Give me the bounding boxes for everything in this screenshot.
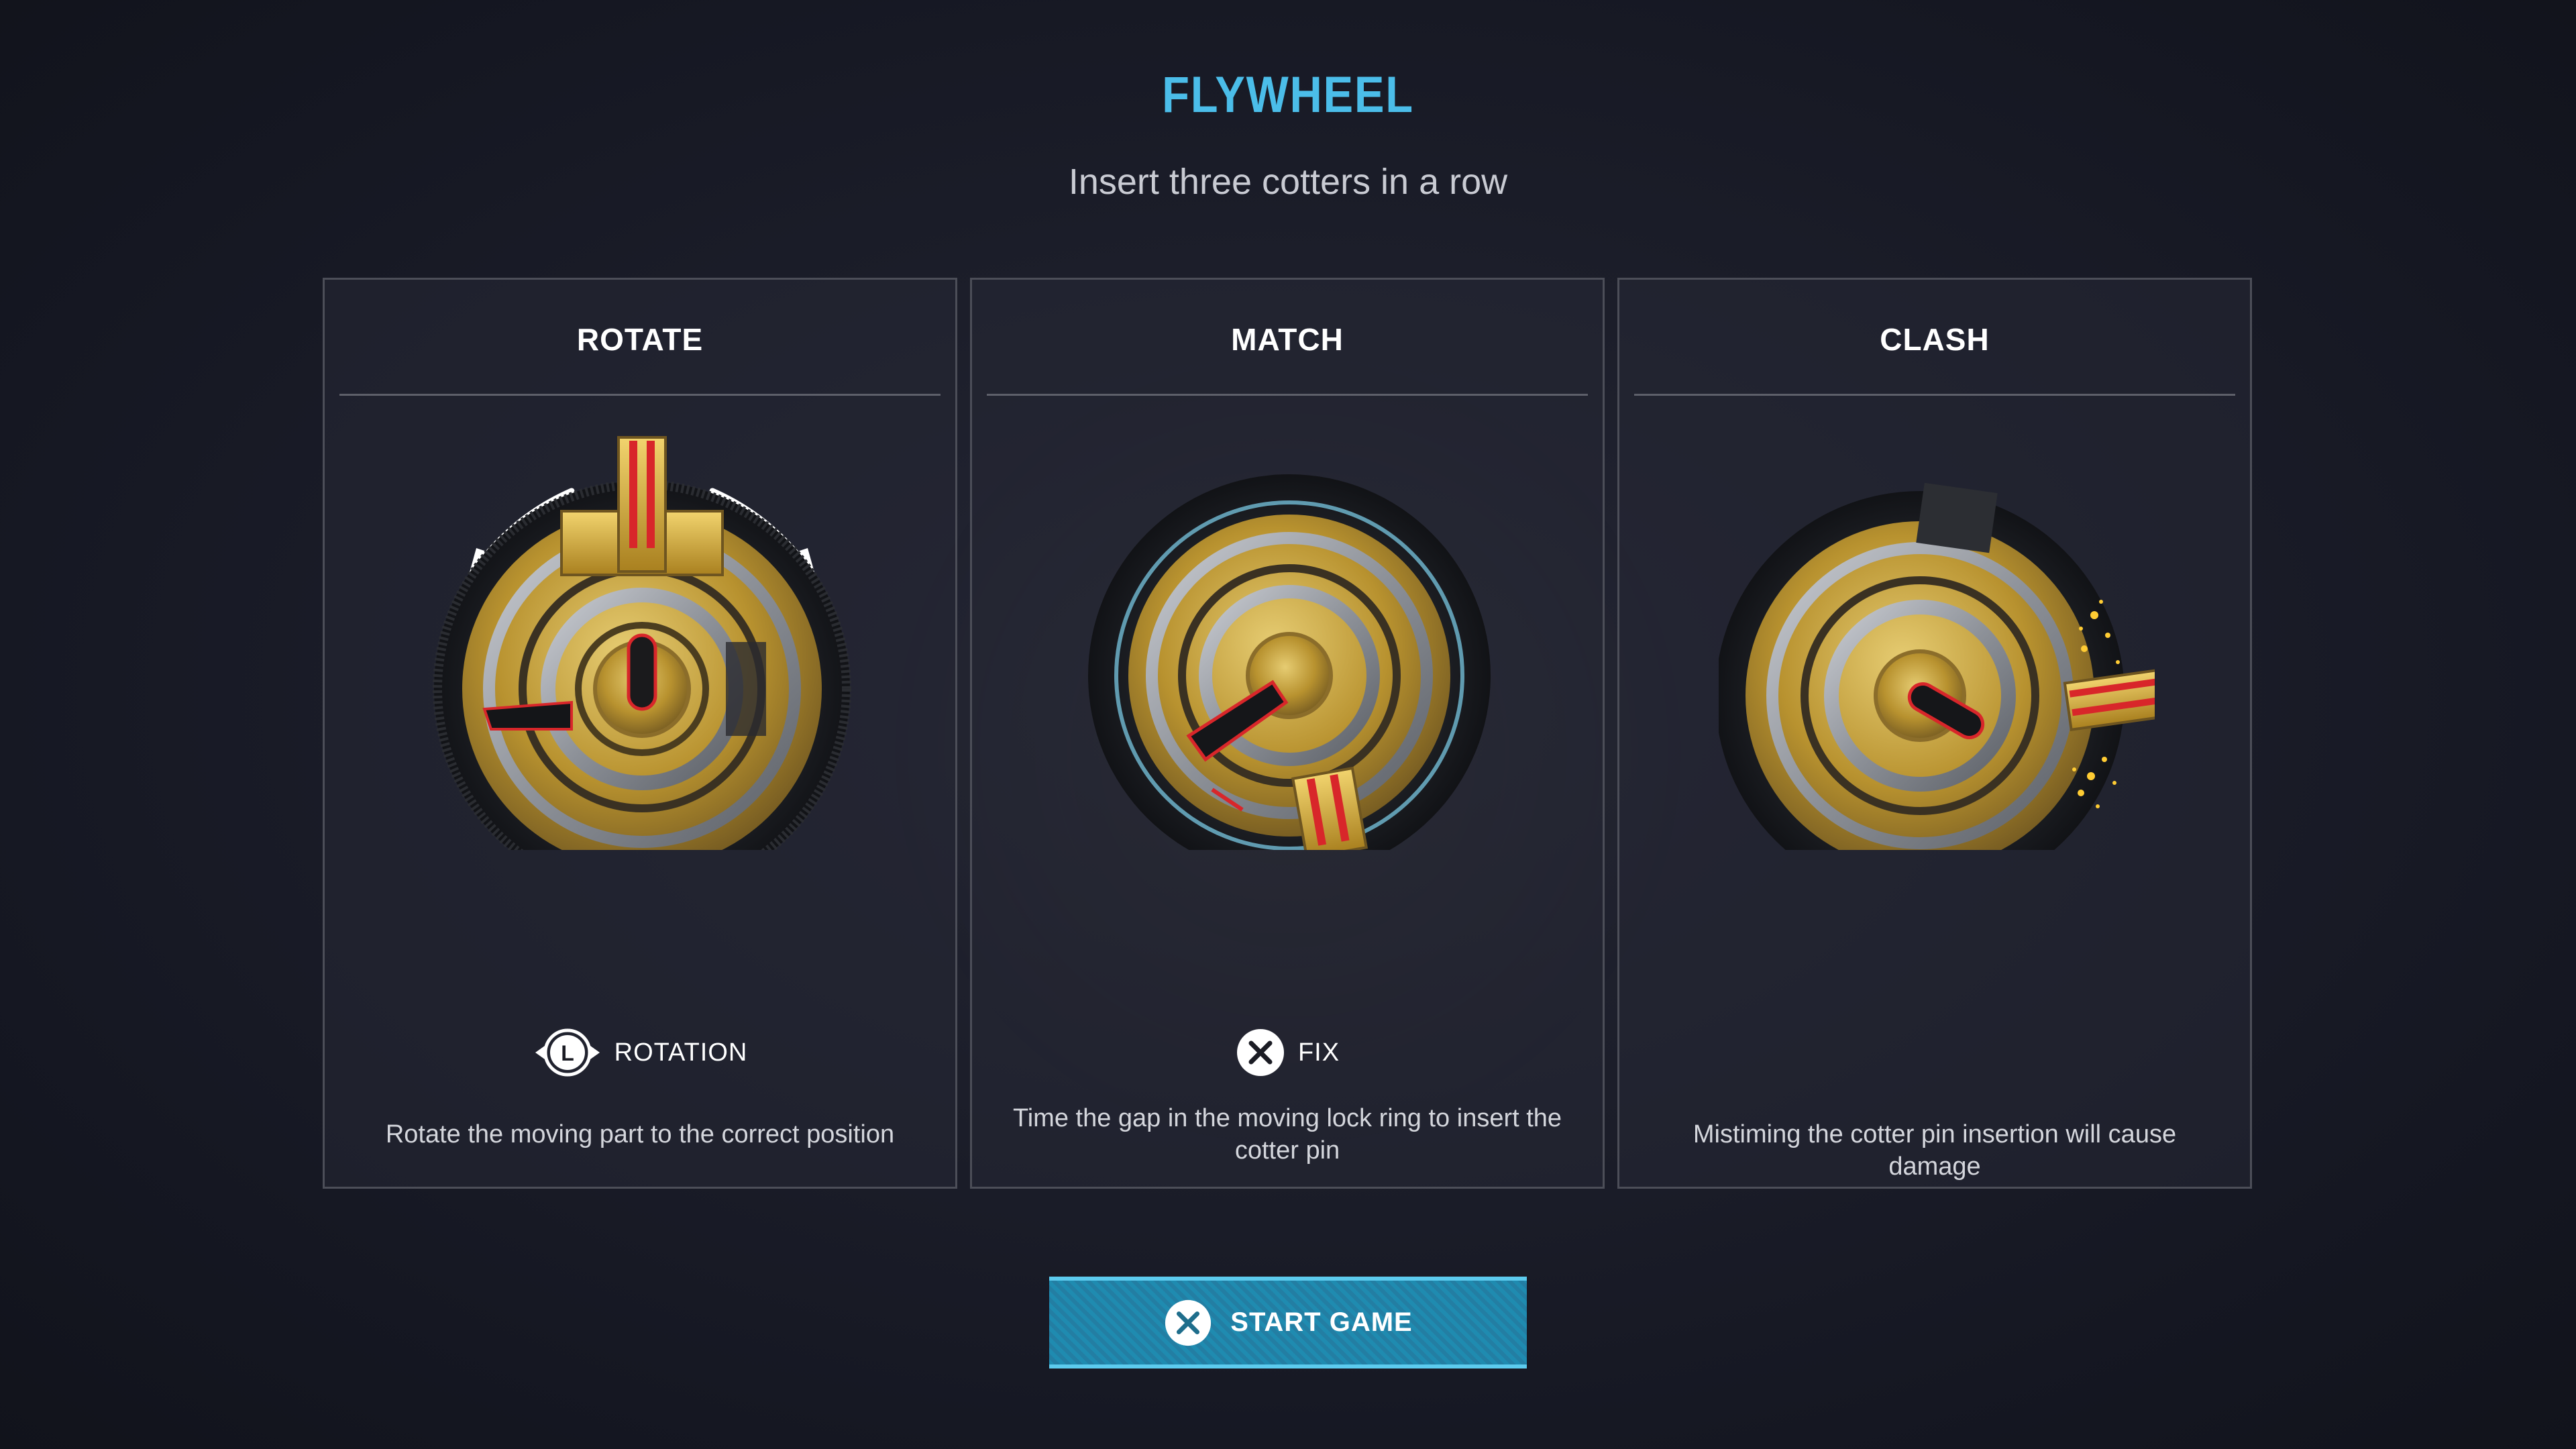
card-match: MATCH FIX Time the gap in the moving loc…: [970, 278, 1605, 1189]
card-divider: [339, 394, 941, 396]
card-divider: [987, 394, 1588, 396]
card-title: CLASH: [1880, 322, 1990, 357]
card-description: Time the gap in the moving lock ring to …: [1012, 1104, 1562, 1165]
hint-label: FIX: [1297, 1038, 1340, 1067]
fix-hint: FIX: [972, 1026, 1603, 1079]
start-game-label: START GAME: [1230, 1307, 1413, 1337]
card-description: Mistiming the cotter pin insertion will …: [1693, 1120, 2177, 1181]
cross-button-icon: [1165, 1299, 1212, 1346]
card-clash: CLASH Mistiming the cotter pin insertion…: [1617, 278, 2252, 1189]
page-subtitle: Insert three cotters in a row: [1068, 162, 1508, 202]
page-title: FLYWHEEL: [1162, 66, 1414, 123]
rotation-hint: L ROTATION: [325, 1026, 955, 1079]
start-game-button[interactable]: START GAME: [1049, 1277, 1527, 1368]
card-title: ROTATE: [576, 322, 704, 357]
card-description: Rotate the moving part to the correct po…: [385, 1120, 895, 1148]
svg-text:L: L: [561, 1041, 574, 1065]
hint-label: ROTATION: [614, 1038, 748, 1067]
flywheel-clash-illustration: [1719, 482, 2155, 850]
card-rotate: ROTATE L ROTATION Rotate the moving part: [323, 278, 957, 1189]
flywheel-match-illustration: [1088, 474, 1491, 850]
card-divider: [1634, 394, 2235, 396]
flywheel-rotate-illustration: [433, 436, 851, 850]
cross-button-icon: [1236, 1029, 1284, 1076]
card-title: MATCH: [1231, 322, 1344, 357]
left-stick-icon: L: [535, 1028, 600, 1077]
